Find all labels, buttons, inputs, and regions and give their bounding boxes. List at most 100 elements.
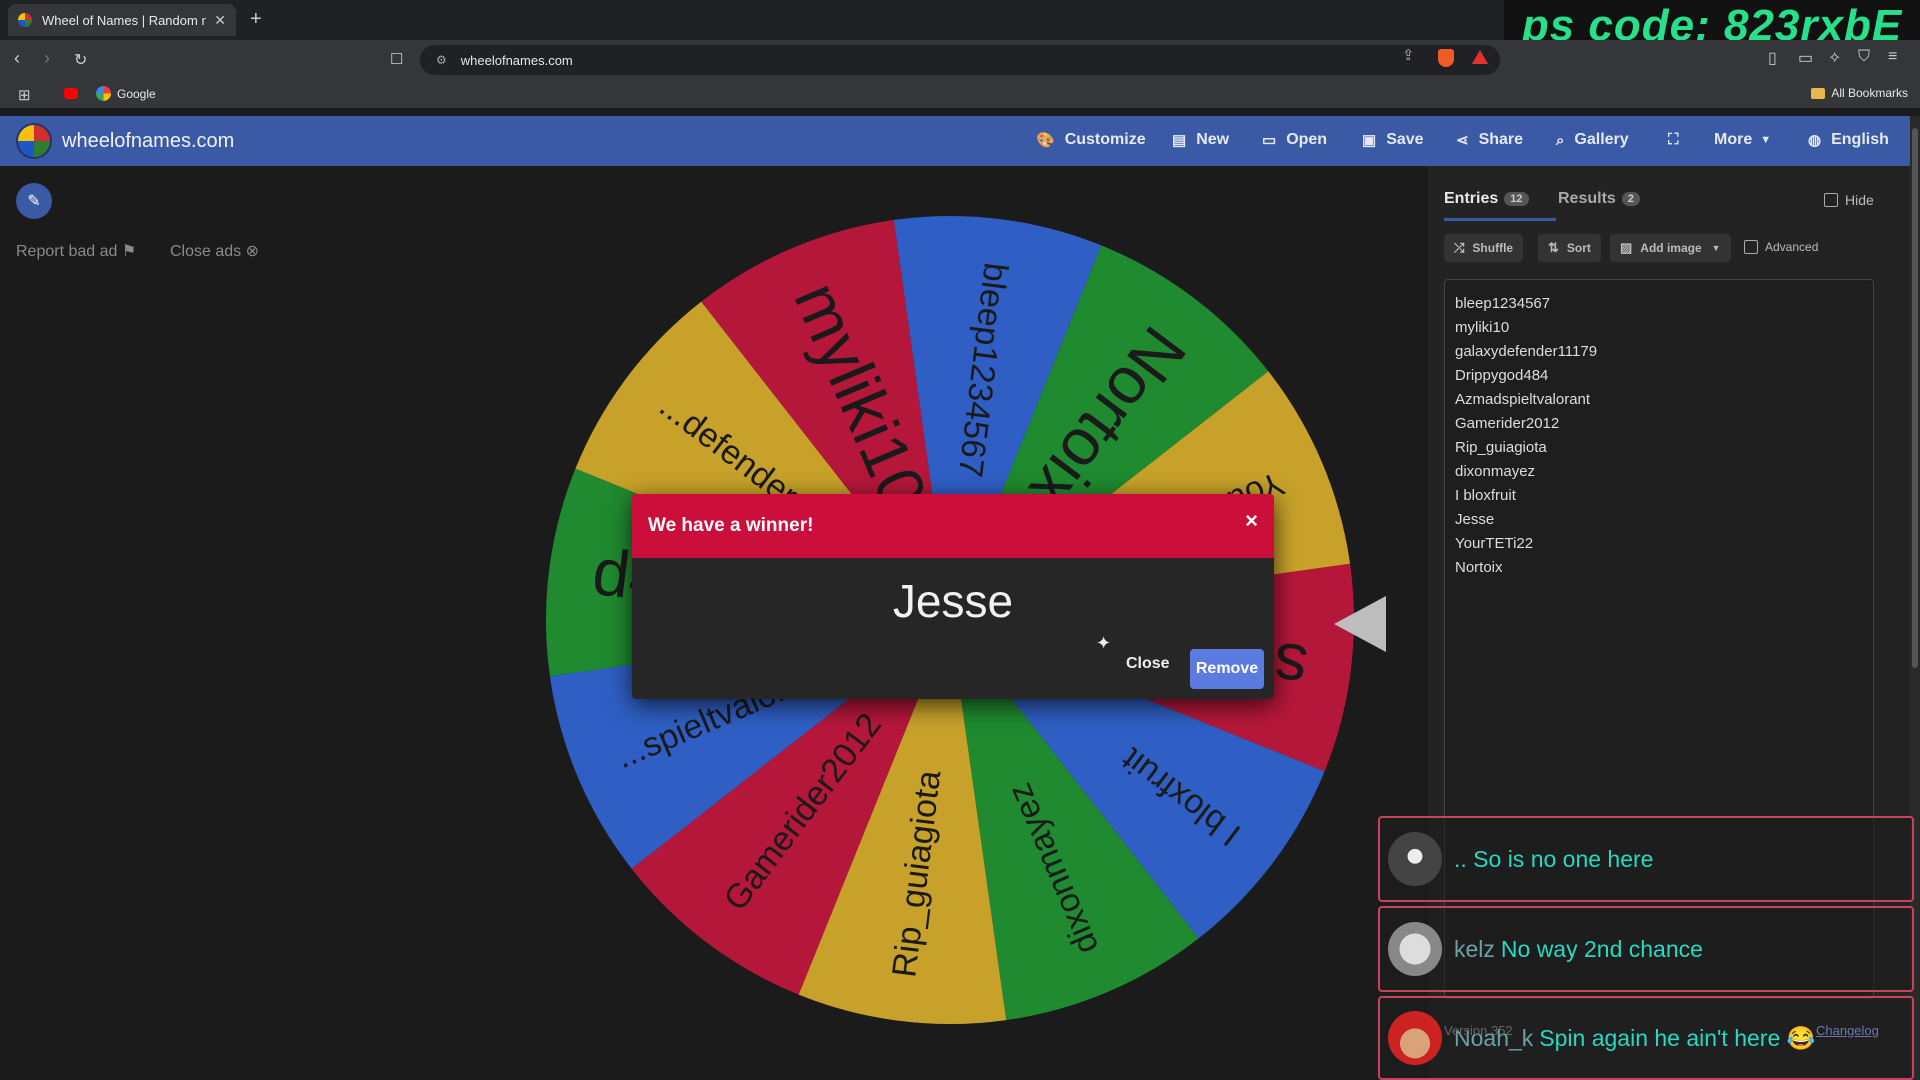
bookmark-google[interactable]: Google [96, 86, 156, 101]
search-icon: ⌕ [1556, 131, 1565, 149]
entry-item[interactable]: dixonmayez [1455, 460, 1597, 484]
avatar [1388, 1011, 1442, 1065]
brave-rewards-icon[interactable] [1472, 50, 1488, 64]
site-name[interactable]: wheelofnames.com [62, 130, 234, 153]
all-bookmarks[interactable]: All Bookmarks [1811, 86, 1908, 100]
menu-icon[interactable]: ≡ [1888, 48, 1897, 66]
image-icon: ▨ [1620, 240, 1633, 255]
gallery-button[interactable]: ⌕ Gallery [1556, 131, 1629, 149]
bookmarks-bar: ⊞ Google All Bookmarks [0, 80, 1920, 108]
youtube-icon[interactable] [64, 88, 78, 99]
version-text: Version 352 [1444, 1023, 1513, 1038]
new-label: New [1196, 131, 1230, 148]
remove-button[interactable]: Remove [1190, 649, 1264, 689]
close-icon[interactable]: × [1245, 508, 1258, 534]
entry-item[interactable]: Nortoix [1455, 556, 1597, 580]
results-count-badge: 2 [1621, 191, 1640, 206]
share-page-icon[interactable]: ⇪ [1402, 46, 1415, 64]
folder-icon [1811, 87, 1826, 99]
site-favicon-icon [18, 13, 32, 27]
close-ads-link[interactable]: Close ads ⊗ [170, 241, 259, 261]
shuffle-icon: ⤮ [1454, 240, 1465, 255]
tab-results[interactable]: Results 2 [1558, 190, 1640, 208]
sort-icon: ⇅ [1548, 240, 1559, 255]
chat-text: .. So is no one here [1454, 845, 1654, 872]
reload-icon[interactable]: ↻ [74, 50, 87, 70]
chat-text: Spin again he ain't here 😂 [1539, 1024, 1816, 1051]
entry-item[interactable]: galaxydefender11179 [1455, 340, 1597, 364]
flag-icon: ⚑ [121, 243, 137, 260]
advanced-checkbox-box[interactable] [1744, 240, 1758, 254]
language-button[interactable]: ◍ English [1808, 131, 1889, 149]
tab-entries[interactable]: Entries 12 [1444, 190, 1556, 221]
entry-item[interactable]: Rip_guiagiota [1455, 436, 1597, 460]
more-label: More [1714, 131, 1753, 148]
open-button[interactable]: ▭ Open [1262, 131, 1327, 149]
customize-button[interactable]: 🎨 Customize [1036, 131, 1146, 149]
chat-username: kelz [1454, 935, 1495, 962]
shuffle-label: Shuffle [1472, 241, 1514, 255]
language-label: English [1831, 131, 1889, 148]
bookmark-icon[interactable]: ☐ [390, 50, 403, 68]
hide-checkbox-box[interactable] [1824, 193, 1838, 207]
edit-pencil-button[interactable]: ✎ [16, 183, 52, 219]
add-image-button[interactable]: ▨ Add image ▼ [1610, 234, 1731, 262]
forward-icon[interactable]: › [44, 48, 50, 69]
entry-item[interactable]: I bloxfruit [1455, 484, 1597, 508]
vpn-icon[interactable]: ⛉ [1858, 48, 1870, 66]
tab-results-label: Results [1558, 190, 1616, 207]
browser-tab[interactable]: Wheel of Names | Random nam ✕ [8, 4, 236, 36]
entry-item[interactable]: Gamerider2012 [1455, 412, 1597, 436]
save-button[interactable]: ▣ Save [1362, 131, 1424, 149]
changelog-link[interactable]: Changelog [1816, 1023, 1879, 1038]
address-bar[interactable]: ⚙ wheelofnames.com [420, 45, 1500, 75]
site-logo-icon[interactable] [16, 123, 52, 159]
shuffle-button[interactable]: ⤮ Shuffle [1444, 234, 1524, 262]
bookmark-google-label: Google [117, 86, 156, 101]
entry-item[interactable]: Jesse [1455, 508, 1597, 532]
sort-button[interactable]: ⇅ Sort [1538, 234, 1601, 262]
hide-checkbox[interactable]: Hide [1824, 192, 1874, 208]
site-settings-icon[interactable]: ⚙ [436, 53, 447, 67]
new-button[interactable]: ▤ New [1172, 131, 1229, 149]
share-icon: ⋖ [1456, 132, 1469, 149]
entry-item[interactable]: bleep1234567 [1455, 292, 1597, 316]
close-tab-icon[interactable]: ✕ [214, 12, 226, 29]
file-icon: ▤ [1172, 132, 1187, 149]
brave-shields-icon[interactable] [1438, 49, 1454, 67]
close-circle-icon: ⊗ [245, 243, 260, 260]
wallet-icon[interactable]: ▭ [1798, 48, 1813, 68]
apps-grid-icon[interactable]: ⊞ [18, 86, 31, 104]
entries-list: bleep1234567 myliki10 galaxydefender11179 D… [1455, 292, 1597, 580]
entry-item[interactable]: YourTETi22 [1455, 532, 1597, 556]
leo-ai-icon[interactable]: ✧ [1828, 48, 1841, 68]
report-bad-ad-label: Report bad ad [16, 243, 118, 260]
new-tab-button[interactable]: + [250, 8, 262, 31]
share-button[interactable]: ⋖ Share [1456, 131, 1523, 149]
back-icon[interactable]: ‹ [14, 48, 20, 69]
close-button[interactable]: Close [1118, 649, 1178, 679]
winner-name: Jesse [892, 575, 1014, 627]
url-text: wheelofnames.com [460, 52, 573, 68]
advanced-checkbox[interactable]: Advanced [1744, 240, 1818, 254]
more-button[interactable]: More ▼ [1714, 131, 1771, 149]
chat-message: Noah_k Spin again he ain't here 😂 [1378, 996, 1914, 1080]
save-icon: ▣ [1362, 132, 1377, 149]
gallery-label: Gallery [1574, 131, 1629, 148]
scrollbar-thumb[interactable] [1912, 128, 1918, 668]
browser-toolbar: ‹ › ↻ ☐ ⚙ wheelofnames.com ⇪ ▯ ▭ ✧ ⛉ ≡ [0, 40, 1920, 80]
site-header: wheelofnames.com 🎨 Customize ▤ New ▭ Open ▣… [0, 116, 1910, 166]
report-bad-ad-link[interactable]: Report bad ad ⚑ [16, 241, 136, 261]
entry-item[interactable]: Azmadspieltvalorant [1455, 388, 1597, 412]
tab-title: Wheel of Names | Random nam [42, 12, 207, 28]
entry-item[interactable]: myliki10 [1455, 316, 1597, 340]
winner-dialog-title: We have a winner! [648, 515, 814, 536]
folder-open-icon: ▭ [1262, 132, 1277, 149]
winner-dialog-header: We have a winner! [632, 494, 1274, 558]
share-label: Share [1478, 131, 1524, 148]
entry-item[interactable]: Drippygod484 [1455, 364, 1597, 388]
chat-message-text: .. So is no one here [1454, 846, 1653, 873]
google-icon [96, 86, 111, 101]
fullscreen-button[interactable]: ⛶ [1668, 131, 1689, 148]
sidebar-icon[interactable]: ▯ [1768, 48, 1777, 68]
